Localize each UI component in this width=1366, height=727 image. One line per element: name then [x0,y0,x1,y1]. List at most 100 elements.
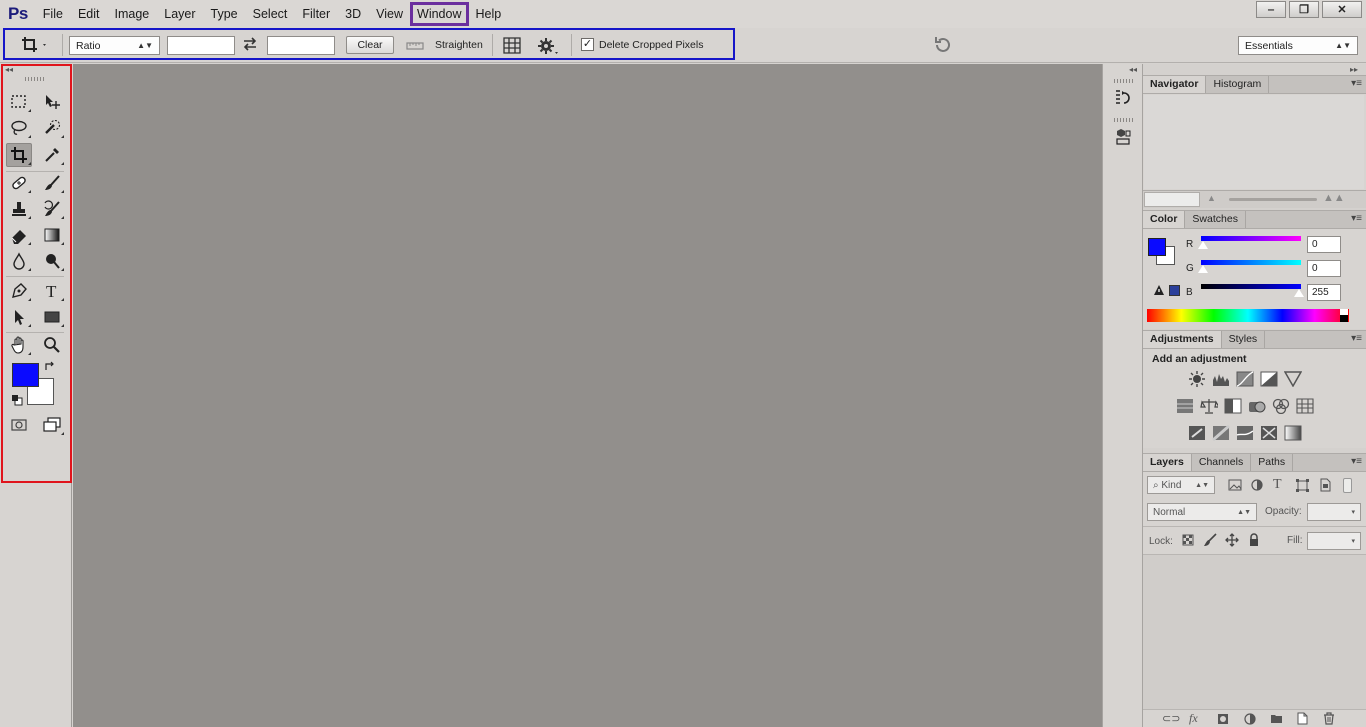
menu-image[interactable]: Image [109,4,156,24]
restore-button[interactable]: ❐ [1289,1,1319,18]
foreground-color-swatch[interactable] [12,363,39,387]
delete-layer-icon[interactable] [1323,712,1335,727]
rectangle-tool-icon[interactable] [40,306,64,328]
filter-pixel-icon[interactable] [1228,479,1242,494]
channel-g-input[interactable]: 0 [1307,260,1341,277]
swap-colors-icon[interactable] [44,361,56,376]
menu-file[interactable]: File [37,4,69,24]
adjustments-menu-icon[interactable]: ▾≡ [1351,333,1362,344]
selective-color-icon[interactable] [1260,425,1278,441]
workspace-select[interactable]: Essentials ▲▼ [1238,36,1358,55]
filter-adjustment-icon[interactable] [1251,479,1263,494]
channel-b-input[interactable]: 255 [1307,284,1341,301]
pen-tool-icon[interactable] [7,280,31,302]
tab-adjustments[interactable]: Adjustments [1143,331,1222,348]
menu-3d[interactable]: 3D [339,4,367,24]
delete-cropped-checkbox[interactable]: ✓ [581,38,594,51]
eraser-tool-icon[interactable] [7,224,31,246]
close-button[interactable]: ✕ [1322,1,1362,18]
blur-tool-icon[interactable] [7,250,31,272]
filter-shape-icon[interactable] [1296,479,1309,495]
clone-stamp-tool-icon[interactable] [7,198,31,220]
tab-channels[interactable]: Channels [1192,454,1252,471]
history-panel-icon[interactable] [1112,87,1134,109]
minimize-button[interactable]: ‒ [1256,1,1286,18]
brightness-contrast-icon[interactable] [1188,371,1206,387]
dodge-tool-icon[interactable] [40,250,64,272]
lock-transparent-icon[interactable] [1182,534,1194,549]
overlay-grid-icon[interactable] [503,37,521,57]
rectangular-marquee-tool-icon[interactable] [7,91,31,113]
channel-r-input[interactable]: 0 [1307,236,1341,253]
quick-mask-icon[interactable] [7,414,31,436]
web-safe-color-swatch[interactable] [1169,285,1180,296]
document-canvas-area[interactable] [73,64,1102,727]
collapse-dock-icon[interactable]: ◂◂ [1129,65,1137,74]
menu-filter[interactable]: Filter [296,4,336,24]
levels-icon[interactable] [1212,371,1230,387]
new-layer-icon[interactable] [1296,712,1308,727]
layers-list[interactable] [1143,554,1366,709]
out-of-gamut-warning-icon[interactable] [1153,284,1165,299]
settings-gear-icon[interactable] [537,37,559,58]
color-balance-icon[interactable] [1200,398,1221,414]
properties-panel-icon[interactable] [1112,126,1134,148]
color-panel-fg-swatch[interactable] [1148,238,1166,256]
layer-style-fx-icon[interactable]: fx [1189,711,1198,726]
layers-menu-icon[interactable]: ▾≡ [1351,456,1362,467]
link-layers-icon[interactable]: ⊂⊃ [1162,712,1180,725]
hand-tool-icon[interactable] [7,334,31,356]
add-mask-icon[interactable] [1217,713,1229,727]
blend-mode-select[interactable]: Normal ▲▼ [1147,503,1257,521]
navigator-zoom-field[interactable] [1144,192,1200,207]
tab-styles[interactable]: Styles [1222,331,1266,348]
ratio-select[interactable]: Ratio ▲▼ [69,36,160,55]
navigator-menu-icon[interactable]: ▾≡ [1351,78,1362,89]
menu-view[interactable]: View [370,4,409,24]
spot-healing-brush-tool-icon[interactable] [7,172,31,194]
quick-selection-tool-icon[interactable] [40,117,64,139]
invert-icon[interactable] [1188,425,1206,441]
filter-toggle-switch[interactable] [1343,478,1352,493]
fill-input[interactable]: ▾ [1307,532,1361,550]
menu-layer[interactable]: Layer [158,4,201,24]
screen-mode-icon[interactable] [40,414,64,436]
black-white-icon[interactable] [1224,398,1242,414]
curves-icon[interactable] [1236,371,1254,387]
menu-select[interactable]: Select [247,4,294,24]
color-lookup-icon[interactable] [1296,398,1314,414]
menu-help[interactable]: Help [470,4,508,24]
spectrum-black-chip[interactable] [1340,315,1348,322]
toolbox-grip[interactable] [25,77,46,81]
filter-smart-object-icon[interactable] [1319,478,1332,495]
tab-histogram[interactable]: Histogram [1206,76,1270,93]
zoom-tool-icon[interactable] [40,334,64,356]
lock-position-icon[interactable] [1225,533,1239,550]
reset-crop-icon[interactable] [932,36,952,57]
new-group-icon[interactable] [1270,713,1283,727]
zoom-out-icon[interactable]: ▲ [1207,193,1216,203]
lasso-tool-icon[interactable] [7,117,31,139]
color-menu-icon[interactable]: ▾≡ [1351,213,1362,224]
tab-navigator[interactable]: Navigator [1143,76,1207,93]
photo-filter-icon[interactable] [1248,398,1266,414]
gradient-tool-icon[interactable] [40,224,64,246]
exposure-icon[interactable] [1260,371,1278,387]
straighten-label[interactable]: Straighten [435,39,483,51]
eyedropper-tool-icon[interactable] [40,144,64,166]
new-adjustment-layer-icon[interactable] [1244,713,1256,727]
channel-b-thumb[interactable] [1294,289,1304,297]
dock-grip-2[interactable] [1114,118,1133,122]
collapse-toolbox-icon[interactable]: ◂◂ [5,65,13,74]
lock-pixels-icon[interactable] [1203,533,1217,550]
history-brush-tool-icon[interactable] [40,198,64,220]
vibrance-icon[interactable] [1283,371,1303,388]
swap-dimensions-icon[interactable] [242,37,258,54]
crop-height-input[interactable] [267,36,335,55]
opacity-input[interactable]: ▾ [1307,503,1361,521]
brush-tool-icon[interactable] [40,172,64,194]
hue-saturation-icon[interactable] [1176,398,1194,414]
navigator-zoom-slider[interactable] [1229,198,1317,201]
menu-edit[interactable]: Edit [72,4,106,24]
clear-button[interactable]: Clear [346,36,394,54]
